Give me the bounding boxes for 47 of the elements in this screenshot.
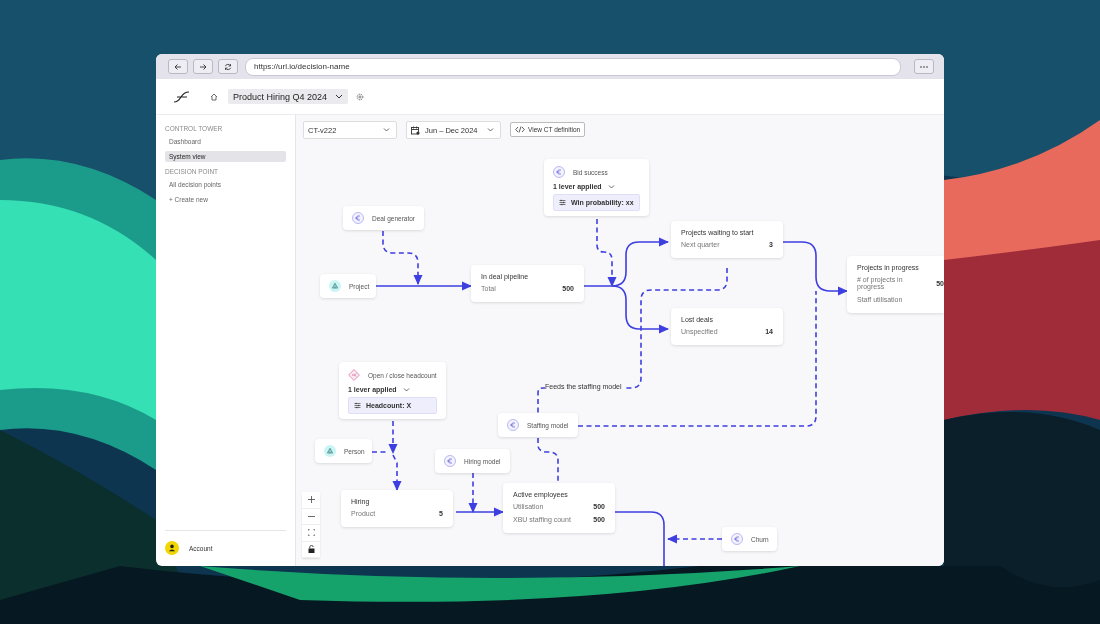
lever-diamond-icon xyxy=(348,369,360,381)
code-icon xyxy=(515,126,525,133)
dashed-connector-arrow xyxy=(382,230,423,285)
chevron-icon xyxy=(383,128,390,132)
address-field[interactable]: https://url.io/decision-name xyxy=(245,57,901,76)
dashed-connector xyxy=(537,387,547,414)
connector-line xyxy=(614,511,665,566)
chevron-icon xyxy=(487,128,494,132)
forward-button[interactable] xyxy=(193,59,213,74)
logo-icon xyxy=(173,90,191,103)
model-icon xyxy=(553,166,565,178)
dashed-connector-arrow xyxy=(468,472,478,513)
entity-icon xyxy=(324,445,336,457)
fit-view-icon xyxy=(307,529,315,537)
connector-arrow xyxy=(782,241,848,296)
connector-arrow xyxy=(455,507,504,517)
reload-button[interactable] xyxy=(218,59,238,74)
dashed-connector-arrow xyxy=(388,420,398,454)
dashed-connector-arrow xyxy=(392,454,402,491)
dashed-connector xyxy=(371,451,389,453)
model-icon xyxy=(507,419,519,431)
dots-icon xyxy=(920,65,928,68)
sliders-icon xyxy=(354,402,361,409)
plus-icon xyxy=(307,496,315,504)
calendar-icon xyxy=(411,125,420,135)
dashed-connector-arrow xyxy=(596,218,617,287)
chevron-icon[interactable] xyxy=(607,184,615,189)
zoom-in-button[interactable] xyxy=(302,492,320,509)
sliders-icon xyxy=(559,199,566,206)
dashed-connector-arrow xyxy=(667,534,723,544)
chevron-icon xyxy=(335,94,344,99)
entity-icon xyxy=(329,280,341,292)
model-icon xyxy=(444,455,456,467)
back-arrow-icon xyxy=(174,62,182,71)
dashed-connector xyxy=(537,437,559,484)
back-button[interactable] xyxy=(168,59,188,74)
project-dropdown[interactable]: Product Hiring Q4 2024 xyxy=(228,89,349,104)
more-button[interactable] xyxy=(914,59,934,74)
settings-icon[interactable] xyxy=(356,92,365,101)
chevron-icon[interactable] xyxy=(402,387,410,392)
lock-icon xyxy=(307,545,315,554)
reload-icon xyxy=(224,62,232,71)
model-icon xyxy=(731,533,743,545)
avatar-icon[interactable] xyxy=(165,541,179,555)
forward-arrow-icon xyxy=(199,62,207,71)
home-icon[interactable] xyxy=(210,92,218,101)
model-icon xyxy=(352,212,364,224)
